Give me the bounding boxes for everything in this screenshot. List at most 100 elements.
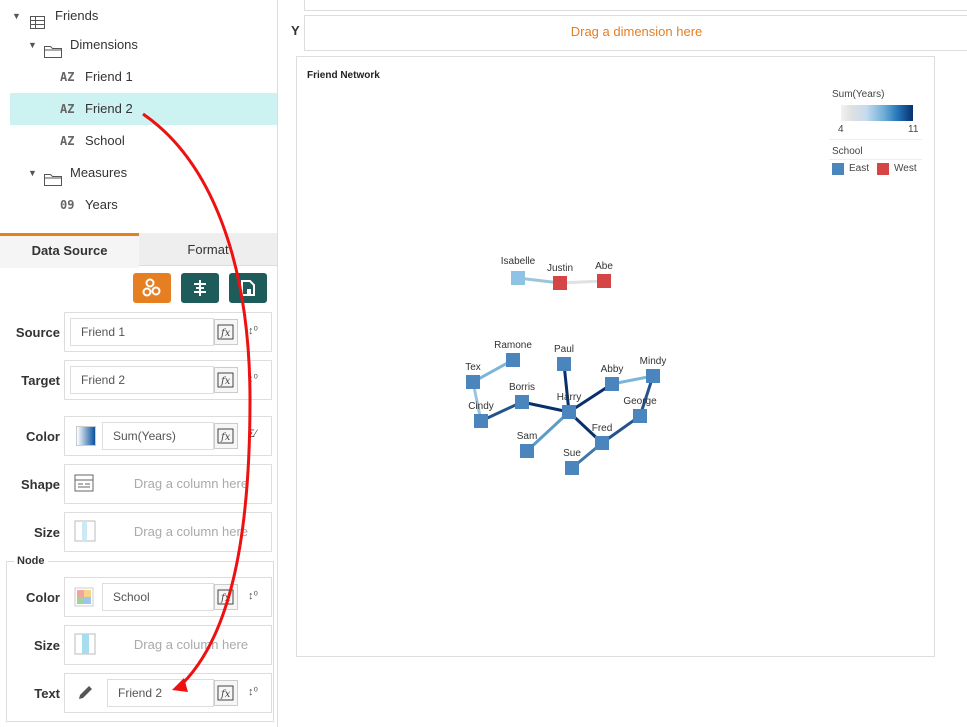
tree-folder-label: Dimensions	[70, 37, 138, 52]
formula-button[interactable]: fx	[214, 367, 238, 393]
target-row: Target Friend 2 fx ↕⁰	[8, 360, 272, 400]
target-field[interactable]: Friend 2	[70, 366, 214, 394]
node-label-paul: Paul	[554, 344, 574, 355]
svg-text:fx: fx	[220, 432, 231, 443]
tab-format[interactable]: Format	[139, 233, 277, 265]
node-borris[interactable]	[515, 395, 529, 409]
node-george[interactable]	[633, 409, 647, 423]
tree-folder-label: Measures	[70, 165, 128, 180]
svg-text:fx: fx	[220, 328, 231, 339]
node-tex[interactable]	[466, 375, 480, 389]
aggregate-icon[interactable]: Σ⁄	[248, 428, 257, 440]
node-color-label: Color	[26, 590, 60, 605]
tree-item-years[interactable]: 09 Years	[0, 189, 277, 221]
tree-item-friend1[interactable]: AZ Friend 1	[0, 61, 277, 93]
edge-borris-harry[interactable]	[521, 400, 570, 414]
svg-text:fx: fx	[220, 593, 231, 604]
tree-item-label: School	[85, 133, 125, 148]
node-label-cindy: Cindy	[468, 401, 494, 412]
shape-placeholder: Drag a column here	[133, 476, 249, 491]
gradient-swatch-icon[interactable]	[76, 426, 96, 446]
legend-divider	[829, 139, 922, 140]
tab-data-source[interactable]: Data Source	[0, 233, 139, 268]
x-drop-zone[interactable]	[304, 0, 967, 11]
formula-button[interactable]: fx	[214, 584, 238, 610]
chart-type-button[interactable]	[133, 273, 171, 303]
edge-color-field[interactable]: Sum(Years)	[102, 422, 214, 450]
sort-icon[interactable]: ↕⁰	[248, 589, 258, 602]
caret-down-icon[interactable]: ▼	[28, 157, 37, 189]
node-justin[interactable]	[553, 276, 567, 290]
node-label-isabelle: Isabelle	[501, 256, 536, 267]
tree-item-friend2[interactable]: AZ Friend 2	[10, 93, 277, 125]
binding-button[interactable]	[229, 273, 267, 303]
target-label: Target	[21, 373, 60, 388]
size-placeholder: Drag a column here	[133, 524, 249, 539]
node-label-justin: Justin	[547, 263, 573, 274]
text-type-icon: AZ	[60, 102, 75, 116]
size-icon[interactable]	[74, 633, 96, 658]
node-label-george: George	[623, 396, 657, 407]
sort-icon[interactable]: ↕⁰	[248, 372, 258, 385]
chart-legend[interactable]: Sum(Years) 4 11 School East West	[829, 87, 922, 177]
node-cindy[interactable]	[474, 414, 488, 428]
svg-text:fx: fx	[220, 376, 231, 387]
color-legend-gradient	[841, 105, 913, 121]
tree-folder-measures[interactable]: ▼ Measures	[0, 157, 277, 189]
sort-icon[interactable]: ↕⁰	[248, 685, 258, 698]
chart-title: Friend Network	[307, 70, 380, 81]
formula-icon: fx	[217, 428, 234, 444]
legend-divider	[829, 159, 922, 160]
tree-folder-dimensions[interactable]: ▼ Dimensions	[0, 29, 277, 61]
tree-item-school[interactable]: AZ School	[0, 125, 277, 157]
node-harry[interactable]	[562, 405, 576, 419]
formula-icon: fx	[217, 589, 234, 605]
color-legend-max: 11	[908, 124, 919, 135]
y-drop-zone[interactable]: Drag a dimension here	[304, 15, 967, 51]
source-row: Source Friend 1 fx ↕⁰	[8, 312, 272, 352]
formula-icon: fx	[217, 685, 234, 701]
tree-root-friends[interactable]: ▼ Friends	[0, 0, 277, 32]
size-row: Size Drag a column here	[8, 512, 272, 552]
formula-icon: fx	[217, 324, 234, 340]
sort-icon[interactable]: ↕⁰	[248, 324, 258, 337]
node-label-abe: Abe	[595, 261, 613, 272]
node-text-label: Text	[34, 686, 60, 701]
node-abe[interactable]	[597, 274, 611, 288]
formula-button[interactable]: fx	[214, 423, 238, 449]
node-mindy[interactable]	[646, 369, 660, 383]
edge-paul-harry[interactable]	[562, 363, 571, 413]
align-button[interactable]	[181, 273, 219, 303]
palette-icon[interactable]	[74, 587, 94, 610]
source-field[interactable]: Friend 1	[70, 318, 214, 346]
formula-button[interactable]: fx	[214, 680, 238, 706]
node-text-row: Text Friend 2 fx ↕⁰	[8, 673, 272, 713]
node-label-tex: Tex	[465, 362, 481, 373]
pencil-icon[interactable]	[76, 682, 96, 705]
node-fred[interactable]	[595, 436, 609, 450]
tree-item-label: Years	[85, 197, 118, 212]
node-label-fred: Fred	[592, 423, 613, 434]
node-abby[interactable]	[605, 377, 619, 391]
formula-button[interactable]: fx	[214, 319, 238, 345]
node-paul[interactable]	[557, 357, 571, 371]
caret-down-icon[interactable]: ▼	[12, 0, 21, 32]
node-color-row: Color School fx ↕⁰	[8, 577, 272, 617]
node-sam[interactable]	[520, 444, 534, 458]
color-legend-title: Sum(Years)	[832, 89, 885, 100]
align-center-icon	[194, 280, 206, 296]
west-label: West	[894, 163, 917, 174]
svg-text:fx: fx	[220, 689, 231, 700]
shape-icon[interactable]	[74, 473, 94, 496]
node-sue[interactable]	[565, 461, 579, 475]
node-color-field[interactable]: School	[102, 583, 214, 611]
size-icon[interactable]	[74, 520, 96, 545]
document-icon	[241, 280, 255, 296]
y-axis-label: Y	[291, 23, 300, 38]
node-isabelle[interactable]	[511, 271, 525, 285]
node-text-field[interactable]: Friend 2	[107, 679, 214, 707]
network-chart[interactable]: Isabelle Justin Abe Ramone Tex Paul Abby Mindy B…	[440, 250, 680, 480]
panel-tabs: Data Source Format	[0, 233, 277, 268]
node-ramone[interactable]	[506, 353, 520, 367]
caret-down-icon[interactable]: ▼	[28, 29, 37, 61]
